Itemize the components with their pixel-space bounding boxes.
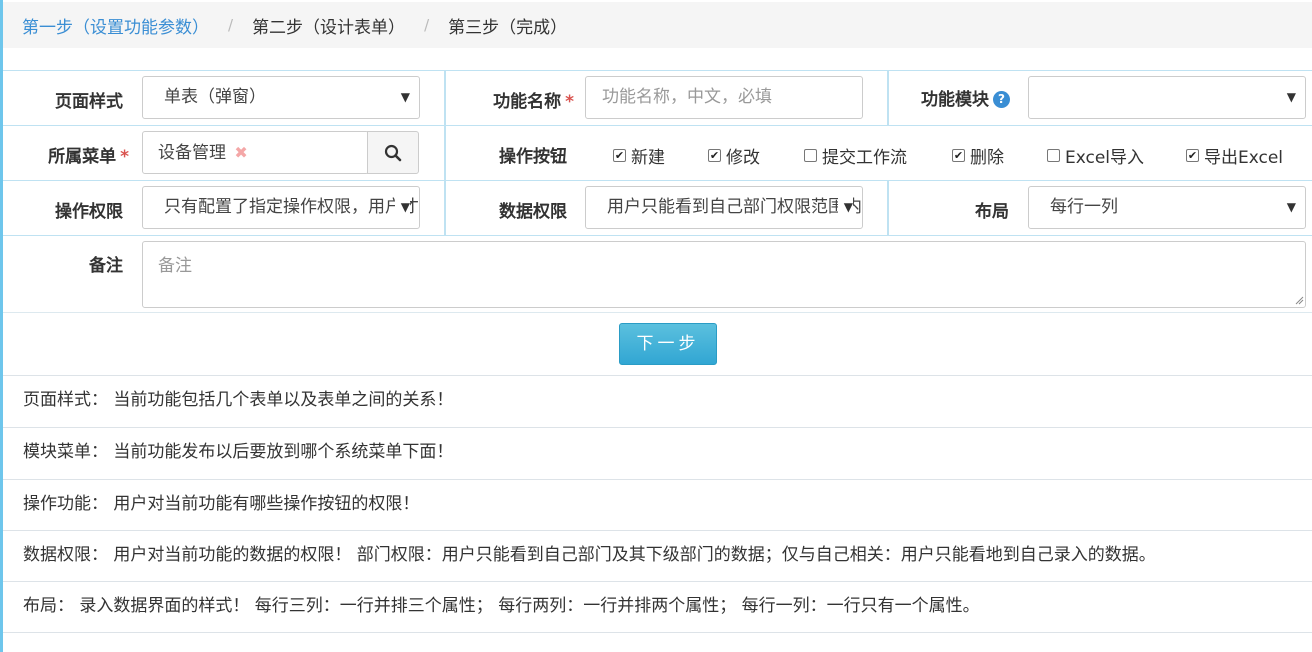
menu-search-button[interactable] [367, 131, 419, 174]
checkbox-delete[interactable]: ✔ 删除 [952, 143, 1004, 168]
layout-select[interactable]: 每行一列 ▼ [1028, 186, 1306, 229]
func-module-select[interactable]: ▼ [1028, 76, 1306, 119]
note-operation: 操作功能： 用户对当前功能有哪些操作按钮的权限！ [3, 479, 1312, 531]
form-row-1: 页面样式 单表（弹窗） ▼ 功能名称 * 功能名称，中文，必填 功能模块? ▼ [3, 70, 1312, 125]
checkbox-edit[interactable]: ✔ 修改 [708, 143, 760, 168]
note-page-style: 页面样式： 当前功能包括几个表单以及表单之间的关系！ [3, 375, 1312, 427]
layout-value: 每行一列 [1050, 197, 1118, 217]
note-data-permission: 数据权限： 用户对当前功能的数据的权限！ 部门权限：用户只能看到自己部门及其下级… [3, 530, 1312, 582]
note-layout: 布局： 录入数据界面的样式！ 每行三列：一行并排三个属性； 每行两列：一行并排两… [3, 581, 1312, 633]
checkbox-excel-import[interactable]: Excel导入 [1047, 143, 1144, 168]
breadcrumb-separator: / [228, 16, 234, 34]
chevron-down-icon: ▼ [1286, 200, 1296, 214]
breadcrumb: 第一步（设置功能参数） / 第二步（设计表单） / 第三步（完成） [3, 2, 1312, 48]
menu-tag: 设备管理 [158, 143, 226, 163]
checkbox-new-box[interactable]: ✔ [613, 149, 626, 162]
checkbox-excel-export[interactable]: ✔ 导出Excel [1186, 143, 1283, 168]
checkbox-new[interactable]: ✔ 新建 [613, 143, 665, 168]
cell-divider [887, 181, 889, 235]
op-buttons-label: 操作按钮 [499, 147, 567, 167]
remark-textarea[interactable]: 备注 [142, 241, 1306, 308]
func-name-label: 功能名称 * [493, 92, 574, 112]
question-circle-icon[interactable]: ? [993, 90, 1010, 108]
breadcrumb-step2: 第二步（设计表单） [252, 17, 406, 38]
cell-divider [887, 71, 889, 125]
data-permission-label: 数据权限 [499, 202, 567, 222]
breadcrumb-separator: / [424, 16, 430, 34]
chevron-down-icon: ▼ [394, 187, 410, 228]
func-name-input[interactable]: 功能名称，中文，必填 [585, 76, 863, 119]
cell-divider [444, 181, 446, 235]
breadcrumb-step1[interactable]: 第一步（设置功能参数） [22, 13, 209, 38]
checkbox-delete-box[interactable]: ✔ [952, 149, 965, 162]
page-style-select[interactable]: 单表（弹窗） ▼ [142, 76, 420, 119]
search-icon [384, 144, 402, 161]
op-permission-value: 只有配置了指定操作权限，用户才能操作 [164, 197, 419, 217]
checkbox-workflow-box[interactable] [804, 149, 817, 162]
next-step-button[interactable]: 下一步 [619, 323, 717, 365]
checkbox-edit-box[interactable]: ✔ [708, 149, 721, 162]
cell-divider [444, 126, 446, 180]
op-permission-select[interactable]: 只有配置了指定操作权限，用户才能操作 ▼ [142, 186, 420, 229]
checkbox-excel-export-box[interactable]: ✔ [1186, 149, 1199, 162]
chevron-down-icon: ▼ [400, 90, 410, 104]
func-module-label: 功能模块? [916, 85, 1010, 110]
cell-divider [444, 71, 446, 125]
checkbox-excel-import-box[interactable] [1047, 149, 1060, 162]
form-row-2: 所属菜单 * 设备管理 ✖ 操作按钮 ✔ 新建 ✔ 修改 提交工作流 ✔ 删除 Exce… [3, 125, 1312, 180]
form-row-3: 操作权限 只有配置了指定操作权限，用户才能操作 ▼ 数据权限 用户只能看到自己部… [3, 180, 1312, 235]
checkbox-workflow[interactable]: 提交工作流 [804, 143, 907, 168]
menu-field[interactable]: 设备管理 ✖ [142, 131, 369, 174]
note-module-menu: 模块菜单： 当前功能发布以后要放到哪个系统菜单下面！ [3, 427, 1312, 479]
clear-icon[interactable]: ✖ [234, 143, 247, 162]
data-permission-value: 用户只能看到自己部门权限范围内的数据 [607, 197, 862, 217]
remark-label: 备注 [89, 256, 123, 276]
page-style-label: 页面样式 [55, 92, 123, 112]
menu-label: 所属菜单 * [48, 147, 129, 167]
breadcrumb-step3: 第三步（完成） [448, 17, 568, 38]
op-permission-label: 操作权限 [55, 202, 123, 222]
layout-label: 布局 [975, 202, 1009, 222]
form-row-4: 备注 备注 [3, 235, 1312, 313]
chevron-down-icon: ▼ [1286, 90, 1296, 104]
resize-handle-icon[interactable] [1294, 295, 1304, 305]
page-style-value: 单表（弹窗） [164, 87, 266, 107]
chevron-down-icon: ▼ [837, 187, 853, 228]
data-permission-select[interactable]: 用户只能看到自己部门权限范围内的数据 ▼ [585, 186, 863, 229]
